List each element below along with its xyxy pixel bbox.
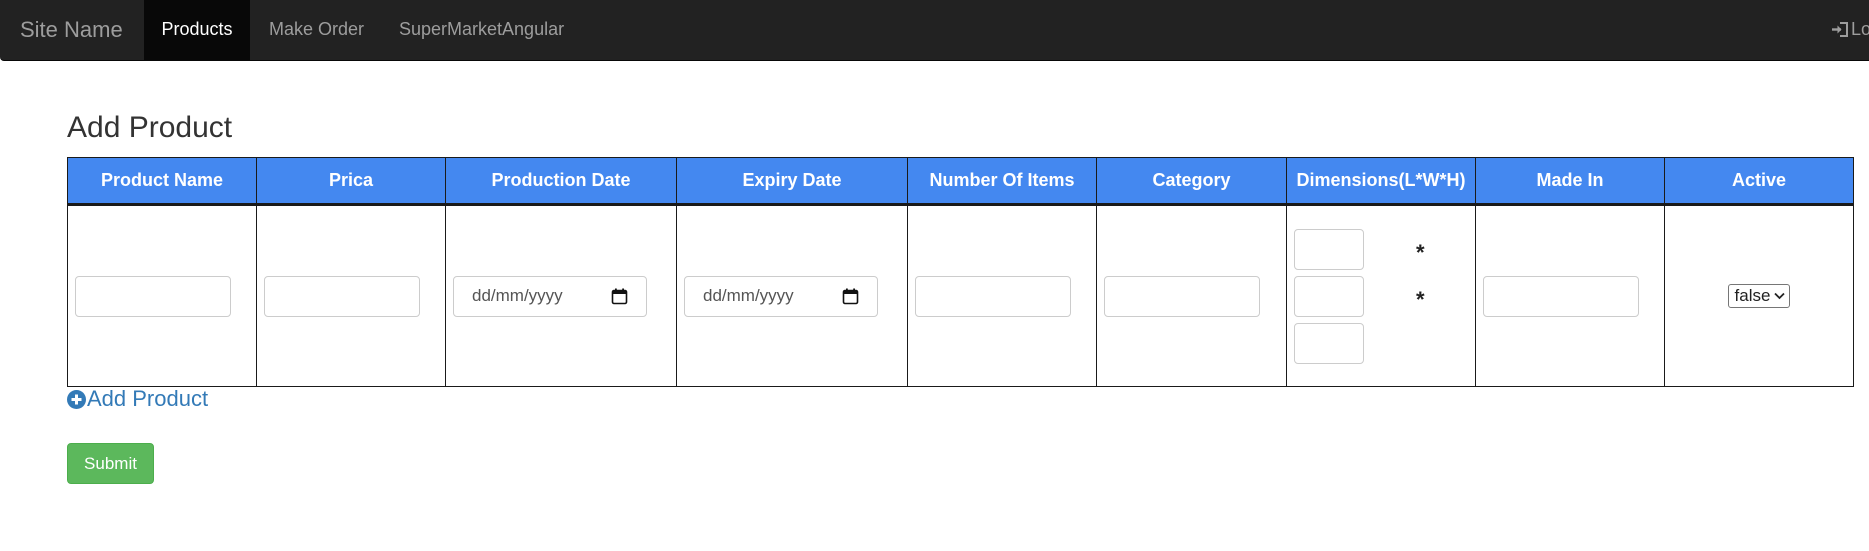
cell-expiry-date: dd/mm/yyyy [676,204,908,387]
cell-product-name [67,204,257,387]
dimension-length-input[interactable] [1294,228,1364,270]
site-brand[interactable]: Site Name [20,0,123,60]
login-link[interactable]: Login [1831,0,1869,60]
dimension-height-row [1294,322,1468,364]
header-number-of-items: Number Of Items [907,157,1097,206]
calendar-icon[interactable] [842,288,859,305]
add-product-link[interactable]: Add Product [67,386,208,412]
header-expiry-date: Expiry Date [676,157,908,206]
login-label: Login [1851,19,1869,39]
price-input[interactable] [264,275,420,317]
chevron-down-icon [1774,292,1786,300]
active-select[interactable]: false [1727,284,1791,308]
page-title: Add Product [67,111,233,144]
table-header-row: Product Name Prica Production Date Expir… [67,157,1854,206]
calendar-icon[interactable] [611,288,628,305]
submit-button[interactable]: Submit [67,443,154,484]
category-input[interactable] [1104,275,1260,317]
active-select-value: false [1734,286,1771,305]
cell-made-in [1475,204,1665,387]
production-date-input[interactable]: dd/mm/yyyy [453,275,647,317]
nav-item-make-order[interactable]: Make Order [269,0,364,60]
plus-circle-icon [67,389,86,409]
nav-item-supermarket-angular[interactable]: SuperMarketAngular [399,0,564,60]
product-table: Product Name Prica Production Date Expir… [67,157,1854,387]
cell-category [1096,204,1287,387]
header-price: Prica [256,157,446,206]
expiry-date-placeholder: dd/mm/yyyy [703,286,794,305]
cell-active: false [1664,204,1854,387]
header-made-in: Made In [1475,157,1665,206]
number-of-items-input[interactable] [915,275,1071,317]
header-production-date: Production Date [445,157,677,206]
header-active: Active [1664,157,1854,206]
dimension-width-row: * [1294,275,1468,317]
production-date-placeholder: dd/mm/yyyy [472,286,563,305]
table-row: dd/mm/yyyy dd/mm/yyyy * * false [67,204,1854,387]
cell-production-date: dd/mm/yyyy [445,204,677,387]
dimension-width-input[interactable] [1294,275,1364,317]
sign-in-icon [1832,22,1848,37]
dimension-length-row: * [1294,228,1468,270]
header-category: Category [1096,157,1287,206]
header-dimensions: Dimensions(L*W*H) [1286,157,1476,206]
add-product-label: Add Product [87,386,209,411]
navbar: Site Name Products Make Order SuperMarke… [0,0,1869,61]
cell-dimensions: * * [1286,204,1476,387]
made-in-input[interactable] [1483,275,1639,317]
nav-item-products[interactable]: Products [144,0,250,60]
expiry-date-input[interactable]: dd/mm/yyyy [684,275,878,317]
header-product-name: Product Name [67,157,257,206]
cell-number-of-items [907,204,1097,387]
dimension-height-input[interactable] [1294,322,1364,364]
dimension-separator: * [1416,287,1425,312]
dimension-separator: * [1416,240,1425,265]
product-name-input[interactable] [75,275,231,317]
cell-price [256,204,446,387]
